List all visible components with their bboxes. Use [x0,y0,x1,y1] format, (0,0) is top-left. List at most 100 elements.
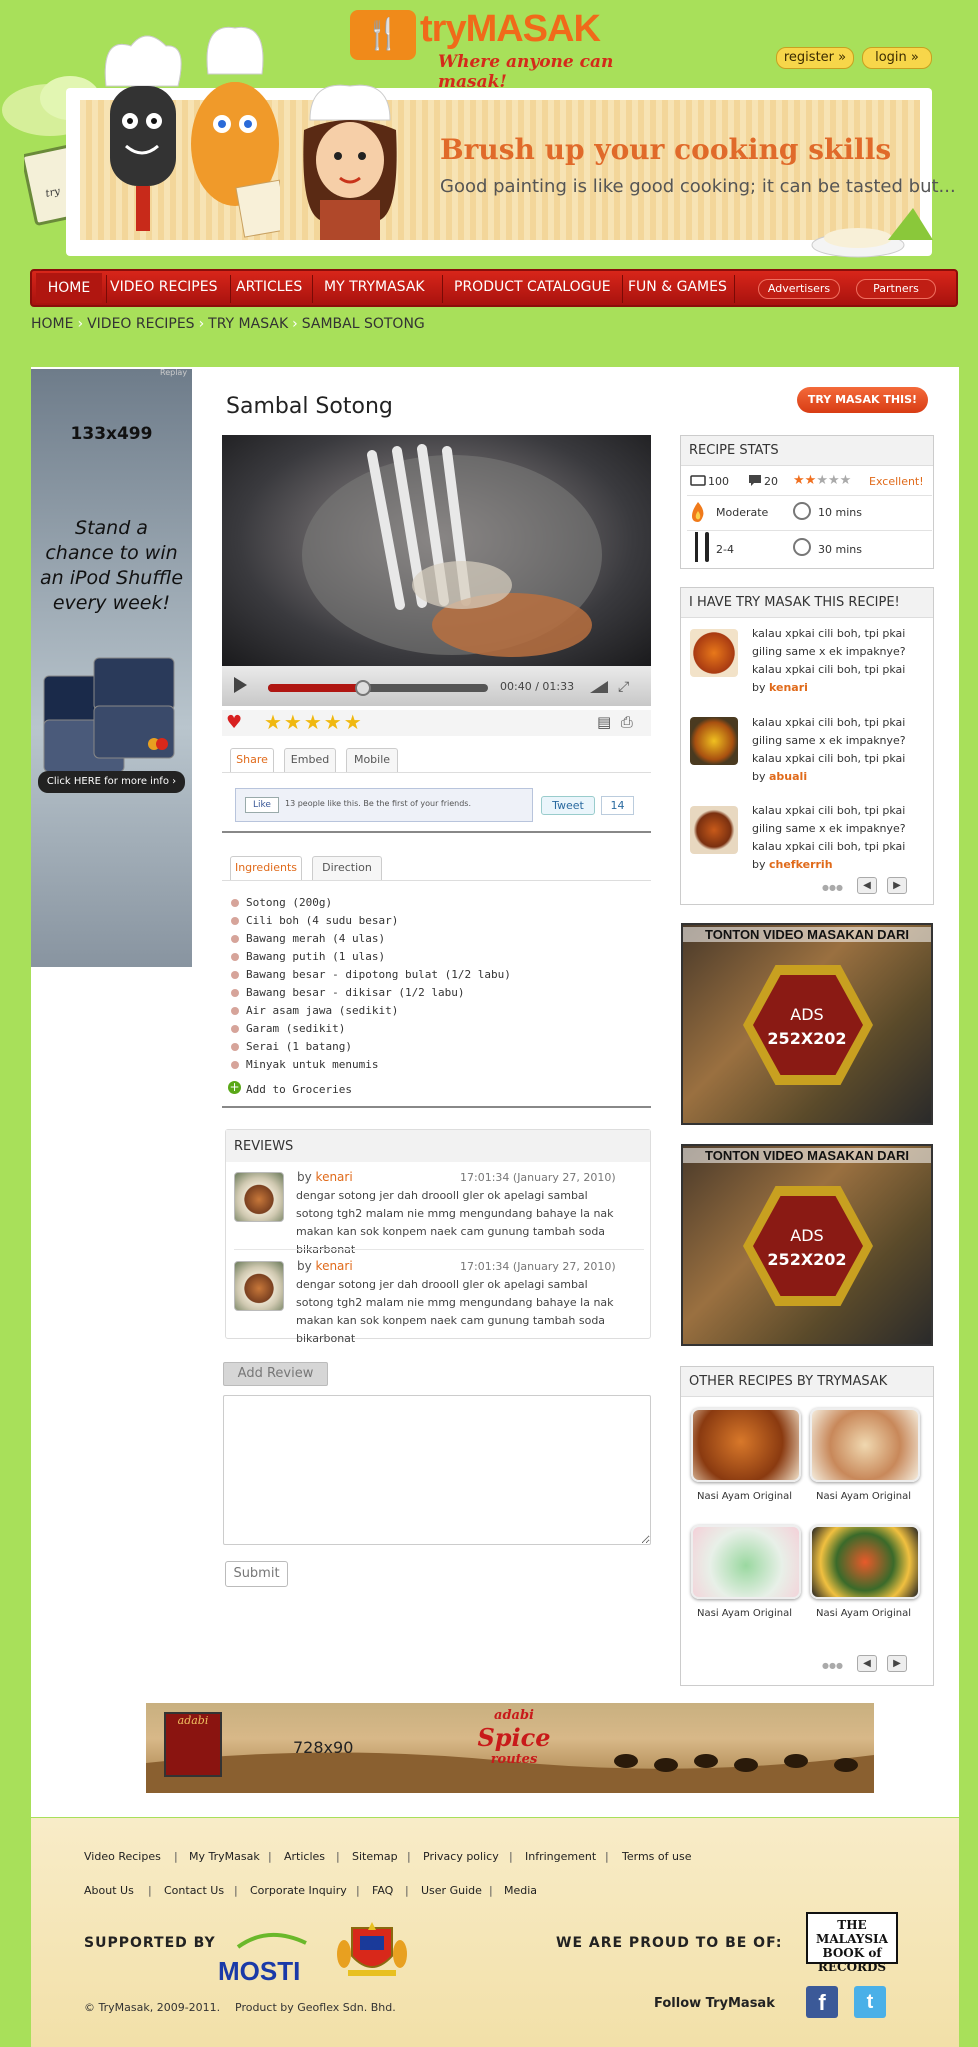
tweet-button[interactable]: Tweet [541,796,595,815]
video-player[interactable] [222,435,651,666]
footer-link[interactable]: Articles [284,1850,325,1863]
tab-underline [222,880,651,881]
recipe-name[interactable]: Nasi Ayam Original [697,1491,792,1502]
footer-link[interactable]: User Guide [421,1884,482,1897]
flame-icon [692,502,704,522]
footer-link[interactable]: Privacy policy [423,1850,499,1863]
volume-icon[interactable] [590,681,608,693]
nav-product-catalogue[interactable]: PRODUCT CATALOGUE [454,279,611,295]
reviewer-avatar[interactable] [234,1261,284,1311]
pagination-dots: ●●● [822,1661,843,1670]
recipe-name[interactable]: Nasi Ayam Original [816,1491,911,1502]
nav-home[interactable]: HOME [36,273,102,303]
recipe-name[interactable]: Nasi Ayam Original [697,1608,792,1619]
recipe-thumbnail[interactable] [691,1525,801,1599]
breadcrumb-try-masak[interactable]: TRY MASAK [208,316,288,332]
playlist-icon[interactable]: ▤ [597,713,611,731]
add-plus-icon[interactable]: + [228,1081,241,1094]
reviewer-avatar[interactable] [234,1172,284,1222]
nav-fun-games[interactable]: FUN & GAMES [628,279,727,295]
print-icon[interactable]: ⎙ [621,713,633,731]
add-to-groceries-link[interactable]: Add to Groceries [246,1083,352,1096]
malaysia-crest-logo[interactable] [334,1920,410,1980]
favorite-heart-icon[interactable]: ♥ [226,712,242,733]
nav-articles[interactable]: ARTICLES [236,279,302,295]
tried-thumbnail[interactable] [690,806,738,854]
facebook-like-button[interactable]: Like [245,797,279,813]
video-seek-handle[interactable] [354,680,371,696]
prev-arrow-icon[interactable]: ◀ [857,1655,877,1672]
copyright: © TryMasak, 2009-2011. [84,2001,221,2014]
ingredient-item: Bawang putih (1 ulas) [246,950,386,963]
review-username[interactable]: kenari [316,1170,353,1184]
register-button[interactable]: register » [776,47,854,69]
footer-link[interactable]: Sitemap [352,1850,398,1863]
side-ad[interactable]: TONTON VIDEO MASAKAN DARI ADS 252X202 [681,923,933,1125]
twitter-icon[interactable]: t [854,1986,886,2018]
comment-icon [749,475,761,486]
breadcrumb-video-recipes[interactable]: VIDEO RECIPES [87,316,194,332]
tab-ingredients[interactable]: Ingredients [230,856,302,880]
tried-text: kalau xpkai cili boh, tpi pkai giling sa… [752,804,906,853]
footer-separator: | [174,1850,178,1863]
bullet-icon [231,989,239,997]
tab-mobile[interactable]: Mobile [346,748,398,772]
ingredient-item: Air asam jawa (sedikit) [246,1004,399,1017]
footer-link[interactable]: Contact Us [164,1884,224,1897]
tried-username[interactable]: kenari [769,681,808,694]
star-filled-icon: ★ [804,473,817,488]
footer-link[interactable]: Infringement [525,1850,596,1863]
try-masak-button[interactable]: TRY MASAK THIS! [797,387,928,413]
footer-link[interactable]: FAQ [372,1884,393,1897]
tab-underline [222,772,651,773]
nav-advertisers[interactable]: Advertisers [758,279,840,299]
next-arrow-icon[interactable]: ▶ [887,877,907,894]
side-ad[interactable]: TONTON VIDEO MASAKAN DARI ADS 252X202 [681,1144,933,1346]
site-logo[interactable]: 🍴 tryMASAK Where anyone can masak! [350,6,650,92]
footer-link[interactable]: Corporate Inquiry [250,1884,347,1897]
ad-replay-link[interactable]: Replay [160,368,187,377]
ad-more-info-button[interactable]: Click HERE for more info › [38,771,185,793]
tried-thumbnail[interactable] [690,717,738,765]
add-review-tab[interactable]: Add Review [223,1362,328,1386]
pan-chef-mascot-front [191,26,280,238]
other-recipes-title: OTHER RECIPES BY TRYMASAK [681,1367,933,1397]
next-arrow-icon[interactable]: ▶ [887,1655,907,1672]
login-button[interactable]: login » [862,47,932,69]
submit-button[interactable]: Submit [225,1561,288,1587]
tab-direction[interactable]: Direction [312,856,382,880]
review-textarea[interactable] [223,1395,651,1545]
footer-link[interactable]: Terms of use [622,1850,691,1863]
video-time: 00:40 / 01:33 [500,680,575,693]
nav-video-recipes[interactable]: VIDEO RECIPES [110,279,217,295]
footer-link[interactable]: My TryMasak [189,1850,260,1863]
recipe-thumbnail[interactable] [810,1408,920,1482]
main-nav: HOME VIDEO RECIPES ARTICLES MY TRYMASAK … [30,269,958,307]
recipe-thumbnail[interactable] [691,1408,801,1482]
recipe-name[interactable]: Nasi Ayam Original [816,1608,911,1619]
malaysia-book-of-records-logo[interactable]: THE MALAYSIA BOOK of RECORDS [806,1912,898,1974]
fullscreen-icon[interactable]: ⤢ [618,679,629,695]
recipe-thumbnail[interactable] [810,1525,920,1599]
play-icon[interactable] [234,677,247,693]
facebook-icon[interactable]: f [806,1986,838,2018]
video-frame [302,444,602,657]
tab-embed[interactable]: Embed [284,748,336,772]
footer-separator: | [356,1884,360,1897]
views-count: 100 [708,475,729,488]
rating-stars[interactable]: ★★★★★ [264,710,364,734]
footer-separator: | [605,1850,609,1863]
mosti-logo[interactable]: MOSTI [218,1925,310,1986]
prev-arrow-icon[interactable]: ◀ [857,877,877,894]
tab-share[interactable]: Share [230,748,274,772]
footer-link[interactable]: About Us [84,1884,134,1897]
breadcrumb-home[interactable]: HOME [31,316,73,332]
tried-username[interactable]: abuali [769,770,807,783]
footer-link[interactable]: Video Recipes [84,1850,161,1863]
review-username[interactable]: kenari [316,1259,353,1273]
tried-username[interactable]: chefkerrih [769,858,833,871]
nav-my-trymasak[interactable]: MY TRYMASAK [324,279,425,295]
footer-link[interactable]: Media [504,1884,537,1897]
tried-thumbnail[interactable] [690,629,738,677]
nav-partners[interactable]: Partners [856,279,936,299]
